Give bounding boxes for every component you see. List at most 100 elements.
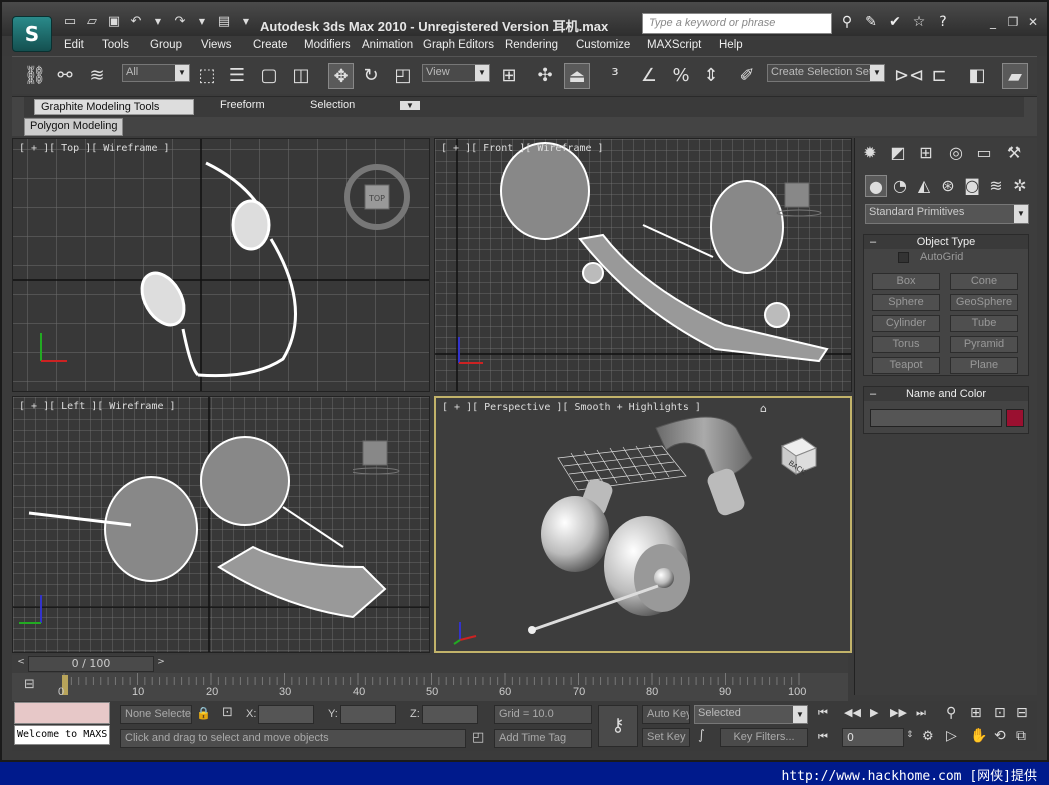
x-coordinate-input[interactable] [258,705,314,724]
layer-manager-icon[interactable]: ◧ [964,63,990,89]
current-frame-input[interactable]: 0 [842,728,904,747]
go-to-start-icon[interactable]: ⏮ [818,706,828,720]
default-tangent-icon[interactable]: ∫ [698,728,705,743]
menu-group[interactable]: Group [150,39,182,51]
time-slider[interactable]: < 0 / 100 > [12,655,848,673]
motion-tab-icon[interactable]: ◎ [945,142,967,164]
next-frame-icon[interactable]: > [154,657,168,671]
track-bar[interactable]: ⊟ 0 10 20 30 40 50 60 70 80 90 100 [12,673,848,701]
zoom-extents-all-icon[interactable]: ⊟ [1016,705,1028,721]
set-key-mode-icon[interactable]: ⚷ [598,705,638,747]
minimize-icon[interactable]: _ [985,14,1001,30]
undo-icon[interactable]: ↶ [126,12,146,32]
geometry-icon[interactable]: ● [865,175,887,197]
save-icon[interactable]: ▣ [104,12,124,32]
orbit-icon[interactable]: ⟲ [994,728,1006,744]
help-icon[interactable]: ? [934,13,952,31]
pivot-center-icon[interactable]: ⊞ [496,63,522,89]
spinner-snap-icon[interactable]: ⇕ [698,63,724,89]
select-object-icon[interactable]: ⬚ [194,63,220,89]
reference-coordinate-dropdown[interactable]: View ▼ [422,64,490,82]
go-to-end-icon[interactable]: ⏭ [916,706,926,720]
home-icon[interactable]: ⌂ [760,402,767,415]
keyboard-shortcut-override-icon[interactable]: ⏏ [564,63,590,89]
absolute-mode-icon[interactable]: ⊡ [222,705,233,720]
menu-customize[interactable]: Customize [576,39,630,51]
lock-icon[interactable]: 🔒 [196,706,211,720]
play-icon[interactable]: ▶ [870,706,878,719]
next-key-icon[interactable]: ▶▶ [890,706,907,719]
object-name-input[interactable] [870,409,1002,427]
viewport-left-label[interactable]: [ + ][ Left ][ Wireframe ] [19,401,176,412]
named-selection-dropdown[interactable]: Create Selection Set ▼ [767,64,885,82]
dropdown-arrow-icon[interactable]: ▼ [192,12,212,32]
z-coordinate-input[interactable] [422,705,478,724]
time-configuration-icon[interactable]: ⚙ [922,729,934,744]
hierarchy-tab-icon[interactable]: ⊞ [915,142,937,164]
maxscript-listener[interactable] [14,702,110,724]
viewport-left[interactable]: [ + ][ Left ][ Wireframe ] [12,396,430,653]
tab-polygon-modeling[interactable]: Polygon Modeling [24,118,124,136]
time-tag-icon[interactable]: ◰ [472,730,484,745]
close-icon[interactable]: ✕ [1025,14,1041,30]
set-key-button[interactable]: Set Key [642,728,690,747]
cameras-icon[interactable]: ⊛ [937,175,959,197]
prev-frame-icon[interactable]: < [14,657,28,671]
maximize-viewport-icon[interactable]: ⧉ [1016,728,1026,744]
selection-region-icon[interactable]: ▢ [256,63,282,89]
pin-icon[interactable]: ✔ [886,13,904,31]
app-logo[interactable]: S [12,16,52,52]
lights-icon[interactable]: ◭ [913,175,935,197]
utilities-tab-icon[interactable]: ⚒ [1003,142,1025,164]
menu-edit[interactable]: Edit [64,39,84,51]
display-tab-icon[interactable]: ▭ [973,142,995,164]
cylinder-button[interactable]: Cylinder [872,315,940,332]
key-mode-dropdown[interactable]: Selected ▼ [694,705,808,724]
key-mode-toggle-icon[interactable]: ⏮ [818,730,828,744]
pan-view-icon[interactable]: ✋ [970,728,987,744]
plane-button[interactable]: Plane [950,357,1018,374]
zoom-icon[interactable]: ⚲ [946,705,956,721]
project-folder-icon[interactable]: ▤ [214,12,234,32]
open-file-icon[interactable]: ▱ [82,12,102,32]
create-tab-icon[interactable]: ✹ [859,142,881,164]
align-icon[interactable]: ⊏ [926,63,952,89]
select-by-name-icon[interactable]: ☰ [224,63,250,89]
time-slider-thumb[interactable]: 0 / 100 [28,656,154,672]
maxscript-output[interactable]: Welcome to MAXS [14,725,110,745]
previous-key-icon[interactable]: ◀◀ [844,706,861,719]
percent-snap-icon[interactable]: % [668,63,694,89]
ribbon-options-icon[interactable]: ▼ [400,101,420,110]
box-button[interactable]: Box [872,273,940,290]
viewport-front-label[interactable]: [ + ][ Front ][ Wireframe ] [441,143,604,154]
zoom-all-icon[interactable]: ⊞ [970,705,982,721]
wrench-icon[interactable]: ✎ [862,13,880,31]
viewport-perspective[interactable]: [ + ][ Perspective ][ Smooth + Highlight… [434,396,852,653]
menu-help[interactable]: Help [719,39,743,51]
new-file-icon[interactable]: ▭ [60,12,80,32]
menu-create[interactable]: Create [253,39,288,51]
star-icon[interactable]: ☆ [910,13,928,31]
unlink-icon[interactable]: ⚯ [52,63,78,89]
link-icon[interactable]: ⛓ [22,63,48,89]
tab-freeform[interactable]: Freeform [214,99,271,111]
y-coordinate-input[interactable] [340,705,396,724]
binoculars-icon[interactable]: ⚲ [838,13,856,31]
select-manipulate-icon[interactable]: ✣ [532,63,558,89]
menu-graph-editors[interactable]: Graph Editors [423,39,494,51]
spinner-icon[interactable]: ⇕ [906,730,914,740]
edit-named-selection-icon[interactable]: ✐ [734,63,760,89]
torus-button[interactable]: Torus [872,336,940,353]
zoom-extents-icon[interactable]: ⊡ [994,705,1006,721]
graphite-tools-icon[interactable]: ▰ [1002,63,1028,89]
select-move-icon[interactable]: ✥ [328,63,354,89]
menu-maxscript[interactable]: MAXScript [647,39,701,51]
add-time-tag-button[interactable]: Add Time Tag [494,729,592,748]
tab-graphite-modeling-tools[interactable]: Graphite Modeling Tools [34,99,194,115]
angle-snap-icon[interactable]: ∠ [636,63,662,89]
snaps-toggle-icon[interactable]: ³ [602,63,628,89]
category-dropdown[interactable]: Standard Primitives ▼ [865,204,1029,224]
viewcube-top[interactable]: TOP [343,163,411,231]
redo-icon[interactable]: ↷ [170,12,190,32]
viewport-front[interactable]: [ + ][ Front ][ Wireframe ] [434,138,852,392]
